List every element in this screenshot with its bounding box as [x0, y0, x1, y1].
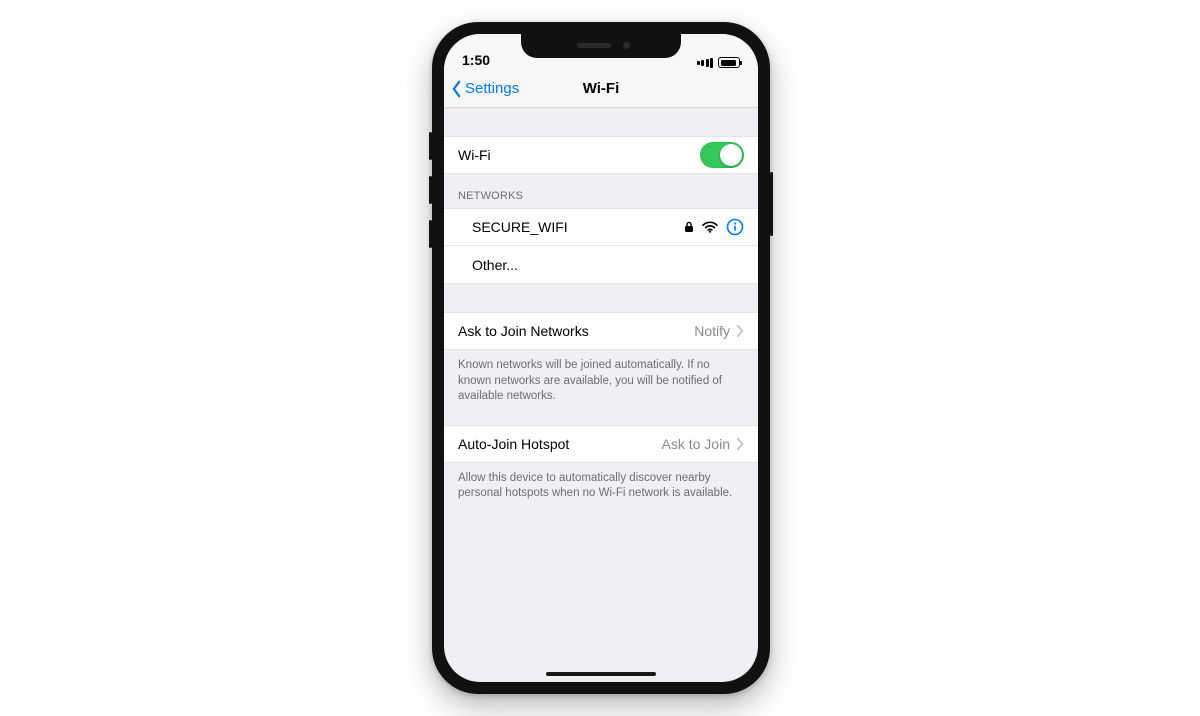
other-network-row[interactable]: Other...: [444, 246, 758, 284]
wifi-toggle-row[interactable]: Wi-Fi: [444, 136, 758, 174]
network-row[interactable]: SECURE_WIFI: [444, 208, 758, 246]
ask-to-join-footer: Known networks will be joined automatica…: [444, 350, 758, 405]
wifi-toggle[interactable]: [700, 142, 744, 168]
networks-header: NETWORKS: [444, 174, 758, 208]
chevron-right-icon: [736, 438, 744, 450]
auto-join-value: Ask to Join: [662, 436, 730, 452]
status-time: 1:50: [462, 52, 514, 68]
ask-to-join-row[interactable]: Ask to Join Networks Notify: [444, 312, 758, 350]
ask-to-join-label: Ask to Join Networks: [458, 323, 589, 339]
lock-icon: [684, 221, 694, 233]
ask-to-join-value: Notify: [694, 323, 730, 339]
battery-icon: [718, 57, 740, 68]
phone-frame: 1:50 Settings Wi-Fi: [432, 22, 770, 694]
info-icon[interactable]: [726, 218, 744, 236]
content: Wi-Fi NETWORKS SECURE_WIFI: [444, 108, 758, 682]
other-label: Other...: [472, 257, 518, 273]
screen: 1:50 Settings Wi-Fi: [444, 34, 758, 682]
nav-bar: Settings Wi-Fi: [444, 70, 758, 108]
auto-join-hotspot-row[interactable]: Auto-Join Hotspot Ask to Join: [444, 425, 758, 463]
wifi-label: Wi-Fi: [458, 147, 491, 163]
notch: [521, 34, 681, 58]
chevron-right-icon: [736, 325, 744, 337]
cellular-icon: [697, 58, 714, 68]
auto-join-label: Auto-Join Hotspot: [458, 436, 569, 452]
page-title: Wi-Fi: [444, 80, 758, 97]
home-indicator[interactable]: [546, 672, 656, 676]
auto-join-footer: Allow this device to automatically disco…: [444, 463, 758, 502]
wifi-icon: [702, 221, 718, 233]
network-name: SECURE_WIFI: [472, 219, 568, 235]
